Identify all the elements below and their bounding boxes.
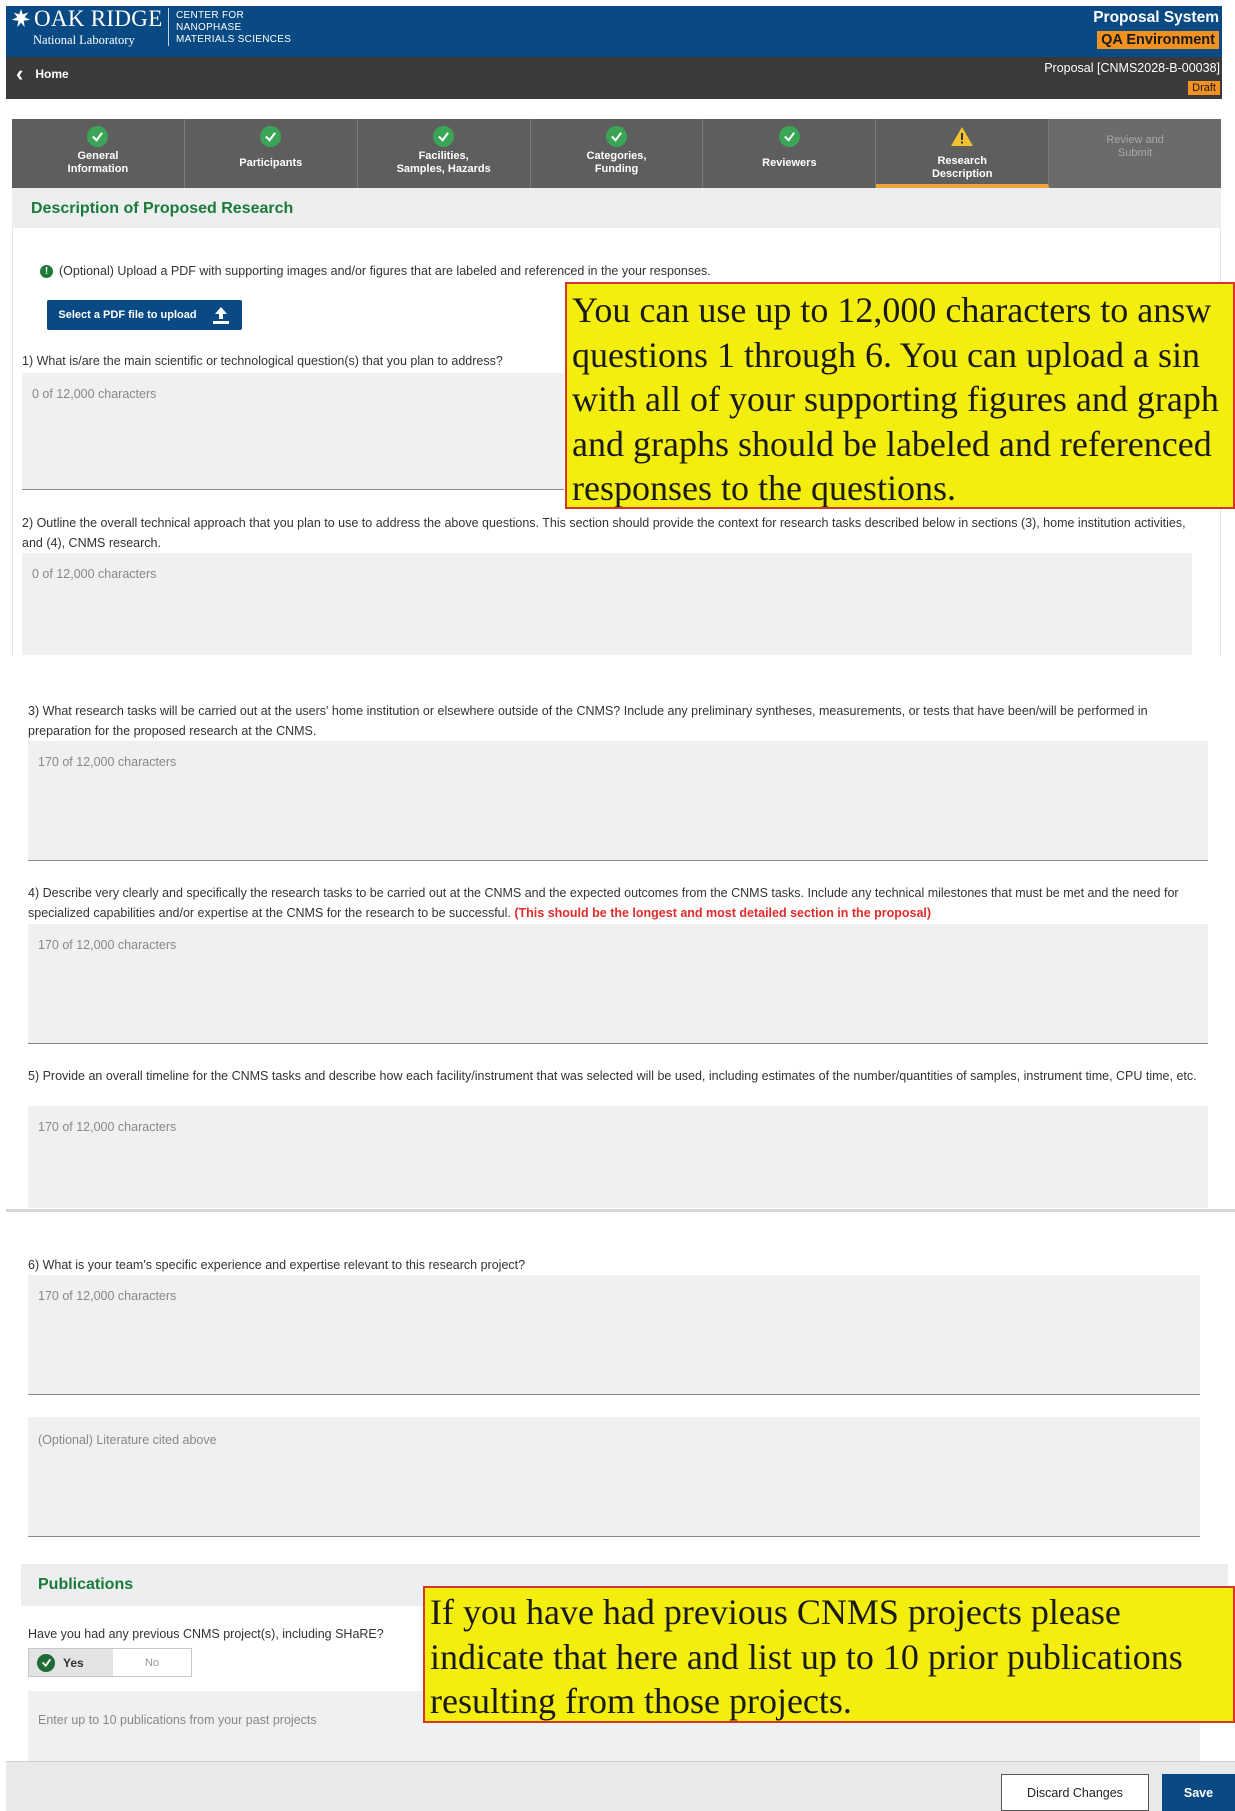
callout-line: responses to the questions. — [572, 468, 956, 508]
question-1-label: 1) What is/are the main scientific or te… — [22, 354, 503, 368]
yes-option[interactable]: Yes — [29, 1649, 113, 1676]
tab-label: General Information — [67, 150, 129, 175]
question-2-label: 2) Outline the overall technical approac… — [22, 516, 1186, 550]
publications-title: Publications — [38, 1576, 134, 1593]
char-counter: 170 of 12,000 characters — [38, 755, 177, 769]
proposal-id: Proposal [CNMS2028-B-00038] — [1044, 61, 1220, 75]
tab-review-and-submit[interactable]: Review and Submit — [1049, 119, 1222, 188]
discard-changes-button[interactable]: Discard Changes — [1001, 1774, 1149, 1811]
ornl-logo: OAK RIDGE — [10, 6, 163, 32]
no-option[interactable]: No — [113, 1649, 191, 1676]
previous-projects-question: Have you had any previous CNMS project(s… — [28, 1627, 384, 1641]
no-label: No — [144, 1656, 160, 1669]
char-counter: 170 of 12,000 characters — [38, 938, 177, 952]
logo-divider — [168, 8, 169, 46]
instruction-callout-top: You can use up to 12,000 characters to a… — [565, 282, 1235, 509]
tab-facilities-samples-hazards[interactable]: Facilities, Samples, Hazards — [357, 119, 531, 188]
logo-main-text: OAK RIDGE — [34, 6, 163, 31]
callout-line: You can use up to 12,000 characters to a… — [572, 290, 1212, 330]
question-6-label: 6) What is your team's specific experien… — [28, 1258, 526, 1272]
question-5-textarea[interactable]: 170 of 12,000 characters — [28, 1106, 1208, 1208]
step-tabs: General Information Participants Facilit… — [12, 119, 1222, 188]
question-3-label: 3) What research tasks will be carried o… — [28, 704, 1148, 738]
previous-projects-toggle: Yes No — [28, 1648, 192, 1677]
check-circle-icon — [87, 126, 109, 147]
save-button[interactable]: Save — [1162, 1774, 1235, 1811]
tab-label: Review and Submit — [1106, 134, 1164, 159]
warning-icon — [950, 126, 974, 152]
cnms-line: NANOPHASE — [176, 22, 242, 33]
leaf-icon — [11, 8, 31, 28]
upload-note: ! (Optional) Upload a PDF with supportin… — [40, 264, 711, 278]
question-4-emphasis: (This should be the longest and most det… — [514, 906, 932, 920]
literature-placeholder: (Optional) Literature cited above — [38, 1433, 217, 1447]
divider — [6, 1209, 1235, 1212]
nav-bar — [6, 57, 1222, 99]
question-2-textarea[interactable]: 0 of 12,000 characters — [22, 553, 1192, 655]
check-circle-icon — [606, 126, 627, 147]
logo-subtitle: National Laboratory — [33, 33, 135, 47]
cnms-line: CENTER FOR — [176, 10, 244, 21]
char-counter: 170 of 12,000 characters — [38, 1120, 177, 1134]
literature-textarea[interactable]: (Optional) Literature cited above — [28, 1417, 1200, 1537]
tab-label: Reviewers — [762, 156, 817, 169]
question-1-textarea[interactable]: 0 of 12,000 characters — [22, 373, 564, 490]
question-4-textarea[interactable]: 170 of 12,000 characters — [28, 924, 1208, 1044]
upload-button-label: Select a PDF file to upload — [58, 309, 197, 321]
environment-badge: QA Environment — [1097, 31, 1219, 49]
publications-placeholder: Enter up to 10 publications from your pa… — [38, 1713, 317, 1727]
callout-line: and graphs should be labeled and referen… — [572, 423, 1212, 464]
callout-line: with all of your supporting figures and … — [572, 379, 1219, 419]
status-badge: Draft — [1188, 81, 1220, 95]
cnms-logo-text: CENTER FOR NANOPHASE MATERIALS SCIENCES — [176, 10, 291, 46]
callout-line: resulting from those projects. — [430, 1681, 852, 1721]
check-icon — [37, 1653, 55, 1672]
tab-categories-funding[interactable]: Categories, Funding — [530, 119, 704, 188]
callout-line: indicate that here and list up to 10 pri… — [430, 1636, 1183, 1677]
tab-participants[interactable]: Participants — [184, 119, 358, 188]
tab-research-description[interactable]: Research Description — [876, 119, 1050, 188]
question-3-textarea[interactable]: 170 of 12,000 characters — [28, 741, 1208, 861]
upload-pdf-button[interactable]: Select a PDF file to upload — [47, 300, 242, 330]
char-counter: 0 of 12,000 characters — [32, 567, 157, 581]
char-counter: 0 of 12,000 characters — [32, 387, 157, 401]
question-6-textarea[interactable]: 170 of 12,000 characters — [28, 1275, 1200, 1395]
section-title: Description of Proposed Research — [31, 200, 294, 217]
tab-reviewers[interactable]: Reviewers — [703, 119, 877, 188]
check-circle-icon — [778, 126, 800, 147]
callout-line: questions 1 through 6. You can upload a … — [572, 334, 1200, 375]
yes-label: Yes — [63, 1655, 84, 1670]
upload-icon — [212, 307, 229, 324]
tab-label: Categories, Funding — [586, 150, 647, 175]
char-counter: 170 of 12,000 characters — [38, 1289, 177, 1303]
question-5-label: 5) Provide an overall timeline for the C… — [28, 1069, 1197, 1083]
upload-note-text: (Optional) Upload a PDF with supporting … — [59, 264, 711, 278]
tab-label: Facilities, Samples, Hazards — [396, 150, 491, 175]
check-circle-icon — [260, 126, 282, 147]
home-label: Home — [35, 67, 69, 81]
check-circle-icon — [433, 126, 455, 147]
tab-label: Research Description — [931, 155, 993, 180]
info-icon: ! — [40, 264, 53, 278]
callout-line: If you have had previous CNMS projects p… — [430, 1592, 1121, 1632]
chevron-left-icon: ‹ — [16, 61, 24, 86]
tab-label: Participants — [239, 156, 303, 169]
system-title: Proposal System — [1093, 9, 1219, 26]
instruction-callout-bottom: If you have had previous CNMS projects p… — [423, 1586, 1235, 1723]
question-4-label: 4) Describe very clearly and specificall… — [28, 883, 1208, 923]
cnms-line: MATERIALS SCIENCES — [176, 34, 292, 45]
home-link[interactable]: ‹ Home — [16, 61, 69, 86]
tab-general-information[interactable]: General Information — [12, 119, 185, 188]
